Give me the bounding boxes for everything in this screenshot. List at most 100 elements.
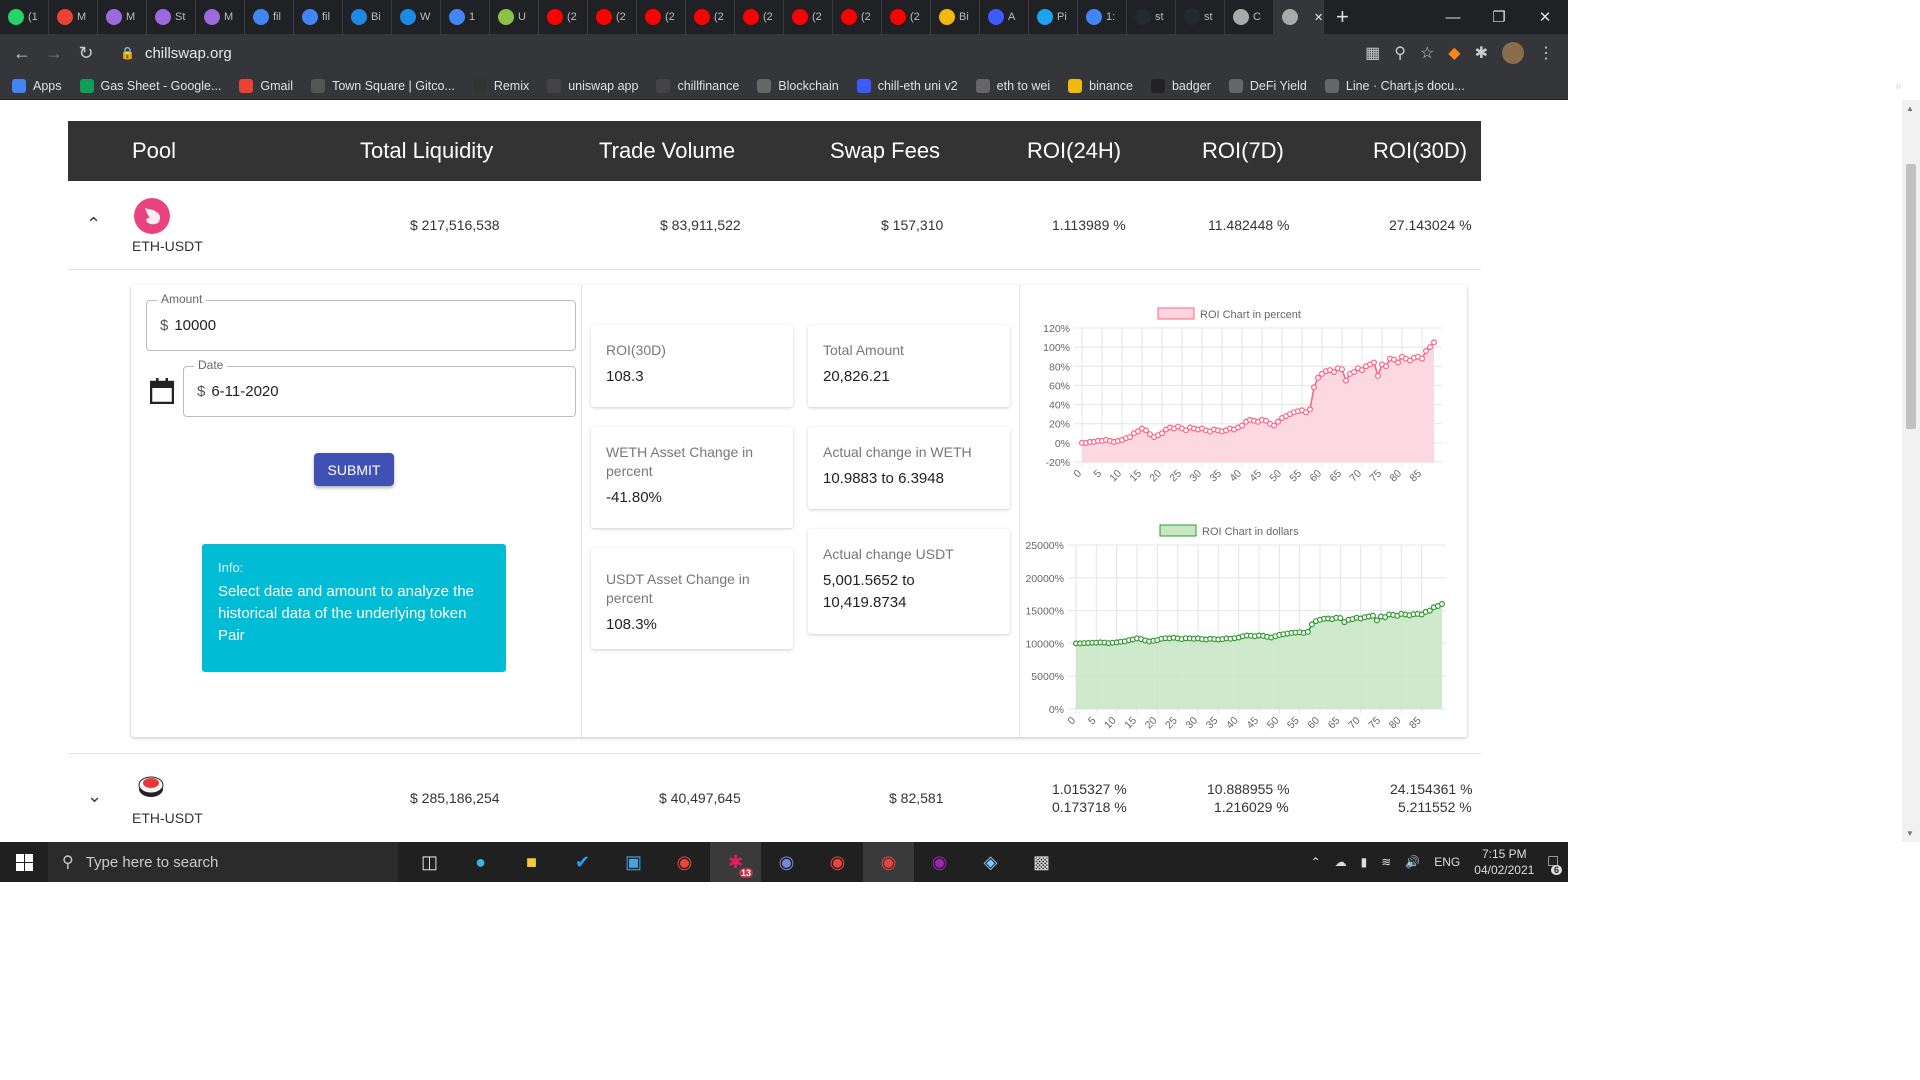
language-indicator[interactable]: ENG — [1434, 855, 1460, 869]
qr-icon[interactable]: ▦ — [1365, 43, 1380, 63]
bookmark-item[interactable]: Gmail — [239, 78, 293, 93]
browser-tab[interactable]: (2 — [637, 0, 686, 34]
bookmark-star-icon[interactable]: ☆ — [1420, 43, 1434, 63]
url-field[interactable]: 🔒 chillswap.org — [110, 39, 1365, 67]
notifications-icon[interactable]: □ 6 — [1548, 853, 1562, 875]
browser-tab[interactable]: (2 — [735, 0, 784, 34]
close-tab-icon[interactable]: ✕ — [1314, 11, 1323, 24]
bookmark-item[interactable]: chillfinance — [656, 78, 739, 93]
browser-tab[interactable]: (2 — [882, 0, 931, 34]
submit-button[interactable]: SUBMIT — [314, 453, 394, 486]
browser-tab[interactable]: Bi — [343, 0, 392, 34]
browser-tab[interactable]: A — [980, 0, 1029, 34]
forward-icon[interactable]: → — [38, 43, 70, 64]
browser-tab[interactable]: 1 — [441, 0, 490, 34]
browser-tab[interactable]: (2 — [784, 0, 833, 34]
browser-tab[interactable]: Bi — [931, 0, 980, 34]
browser-tab[interactable]: fil — [245, 0, 294, 34]
remote-desktop-icon[interactable]: ▣ — [608, 842, 659, 882]
minimize-icon[interactable]: — — [1430, 0, 1476, 34]
browser-tab[interactable]: M — [196, 0, 245, 34]
new-tab-button[interactable]: + — [1336, 4, 1349, 30]
browser-tab[interactable]: Pi — [1029, 0, 1078, 34]
bookmarks-more-button[interactable]: » — [1895, 78, 1902, 93]
browser-tab[interactable]: ✕ — [1274, 0, 1324, 34]
roi-30d-card: ROI(30D) 108.3 — [591, 325, 793, 407]
bookmark-icon — [311, 78, 326, 93]
browser-tab[interactable]: (2 — [588, 0, 637, 34]
terminal-icon[interactable]: ▩ — [1016, 842, 1067, 882]
close-window-icon[interactable]: ✕ — [1522, 0, 1568, 34]
bookmark-item[interactable]: Line · Chart.js docu... — [1324, 78, 1465, 93]
metamask-icon[interactable]: ◆ — [1448, 43, 1460, 63]
browser-tab[interactable]: 1: — [1078, 0, 1127, 34]
legend-swatch — [1159, 524, 1197, 537]
browser-tab[interactable]: C — [1225, 0, 1274, 34]
browser-tab[interactable]: fil — [294, 0, 343, 34]
zoom-icon[interactable]: ⚲ — [1394, 43, 1406, 63]
browser-tab[interactable]: (2 — [686, 0, 735, 34]
browser-tab[interactable]: W — [392, 0, 441, 34]
bookmark-item[interactable]: badger — [1150, 78, 1211, 93]
amount-field[interactable]: Amount $10000 — [146, 292, 576, 351]
expand-chevron-down-icon[interactable]: ⌄ — [87, 786, 102, 807]
bookmark-item[interactable]: Blockchain — [757, 78, 839, 93]
volume-icon[interactable]: 🔊 — [1405, 855, 1420, 869]
bookmark-item[interactable]: DeFi Yield — [1228, 78, 1307, 93]
menu-kebab-icon[interactable]: ⋮ — [1538, 43, 1554, 63]
windows-start-icon[interactable] — [0, 842, 48, 882]
bookmark-item[interactable]: Remix — [472, 78, 529, 93]
brave-icon[interactable]: ◈ — [965, 842, 1016, 882]
bookmark-item[interactable]: binance — [1068, 78, 1133, 93]
bookmark-item[interactable]: Apps — [12, 78, 62, 93]
clock[interactable]: 7:15 PM 04/02/2021 — [1474, 846, 1534, 878]
reload-icon[interactable]: ↻ — [70, 43, 102, 64]
bookmark-item[interactable]: Town Square | Gitco... — [311, 78, 455, 93]
browser-tab[interactable]: (2 — [833, 0, 882, 34]
slack-icon[interactable]: ✱ 13 — [710, 842, 761, 882]
taskbar-search-field[interactable]: ⚲ Type here to search — [48, 842, 398, 882]
data-point — [1373, 617, 1380, 624]
chrome-profile-icon[interactable]: ◉ — [914, 842, 965, 882]
discord-icon[interactable]: ◉ — [761, 842, 812, 882]
extensions-puzzle-icon[interactable]: ✱ — [1475, 43, 1488, 63]
vscode-icon[interactable]: ✔ — [557, 842, 608, 882]
wifi-icon[interactable]: ≋ — [1381, 855, 1391, 869]
browser-tab[interactable]: St — [147, 0, 196, 34]
browser-tab[interactable]: st — [1127, 0, 1176, 34]
page-scrollbar[interactable]: ▲ ▼ — [1902, 100, 1920, 842]
browser-tab[interactable]: (2 — [539, 0, 588, 34]
browser-tab[interactable]: (1 — [0, 0, 49, 34]
edge-icon[interactable]: ● — [455, 842, 506, 882]
date-field[interactable]: Date $6-11-2020 — [183, 358, 576, 417]
back-icon[interactable]: ← — [6, 43, 38, 64]
bookmark-item[interactable]: Gas Sheet - Google... — [79, 78, 221, 93]
table-row[interactable]: ⌃ ETH-USDT $ 217,516,538 $ 83,911,522 $ … — [68, 196, 1481, 266]
file-explorer-icon[interactable]: ■ — [506, 842, 557, 882]
cloud-icon[interactable]: ☁ — [1335, 855, 1347, 869]
scroll-up-icon[interactable]: ▲ — [1906, 104, 1914, 113]
tray-expand-icon[interactable]: ⌃ — [1311, 855, 1321, 869]
bookmark-item[interactable]: uniswap app — [547, 78, 638, 93]
task-view-icon[interactable]: ◫ — [404, 842, 455, 882]
browser-tab[interactable]: st — [1176, 0, 1225, 34]
browser-tab[interactable]: M — [49, 0, 98, 34]
browser-tab[interactable]: U — [490, 0, 539, 34]
x-tick-label: 60 — [1307, 468, 1324, 485]
bookmark-item[interactable]: eth to wei — [975, 78, 1050, 93]
calendar-icon[interactable] — [149, 378, 175, 405]
profile-avatar-icon[interactable] — [1502, 42, 1524, 64]
collapse-chevron-up-icon[interactable]: ⌃ — [86, 214, 101, 235]
battery-icon[interactable]: ▮ — [1361, 855, 1368, 869]
github-icon — [1184, 9, 1200, 25]
table-row[interactable]: ⌄ ETH-USDT $ 285,186,254 $ 40,497,645 $ … — [68, 772, 1481, 842]
chrome-profile-icon[interactable]: ◉ — [863, 842, 914, 882]
chrome-profile-icon[interactable]: ◉ — [812, 842, 863, 882]
browser-tab[interactable]: M — [98, 0, 147, 34]
bookmark-item[interactable]: chill-eth uni v2 — [856, 78, 958, 93]
chrome-icon[interactable]: ◉ — [659, 842, 710, 882]
bookmark-icon — [472, 78, 487, 93]
scroll-down-icon[interactable]: ▼ — [1906, 829, 1914, 838]
scrollbar-thumb[interactable] — [1906, 164, 1916, 429]
restore-icon[interactable]: ❐ — [1476, 0, 1522, 34]
